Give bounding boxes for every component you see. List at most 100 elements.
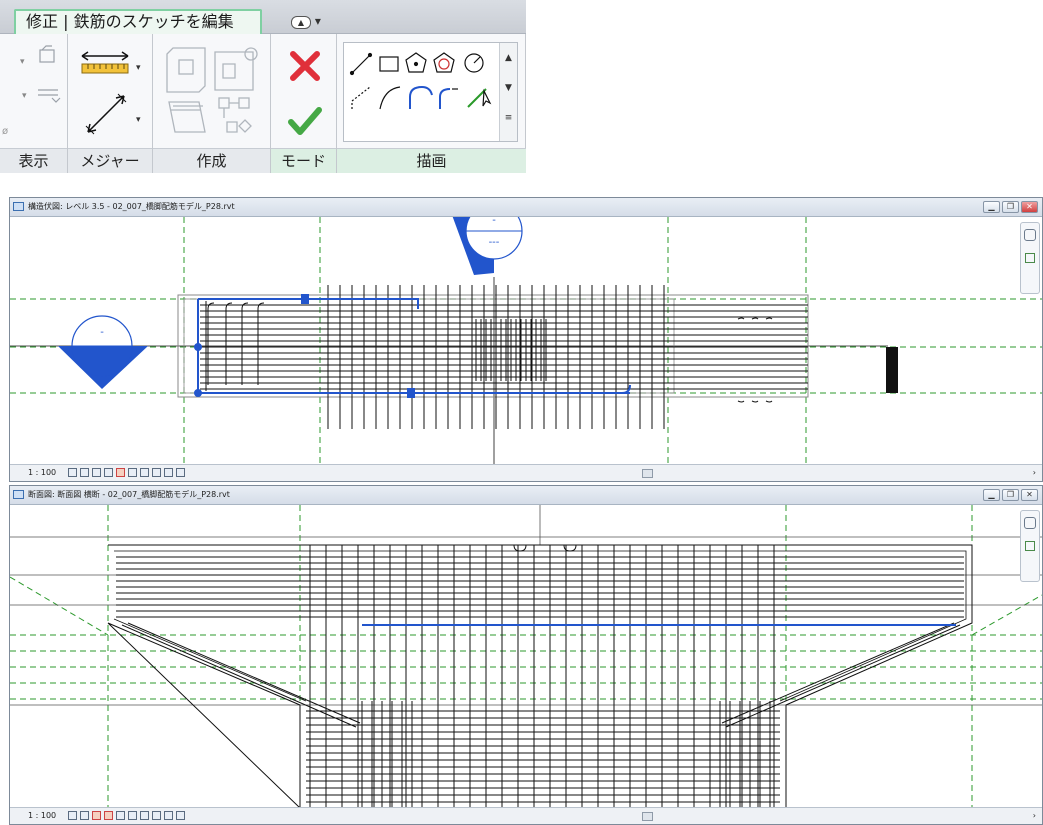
circle-icon[interactable] xyxy=(464,53,484,73)
close-icon[interactable]: ✕ xyxy=(1021,489,1038,501)
panel-create: 作成 xyxy=(153,34,271,173)
section-canvas[interactable] xyxy=(10,505,1042,808)
horizontal-scroll-thumb[interactable] xyxy=(642,469,653,478)
zoom-icon[interactable] xyxy=(1025,541,1035,551)
tangent-arc-icon[interactable] xyxy=(439,88,458,109)
navigation-bar[interactable] xyxy=(1020,510,1040,582)
plan-scale[interactable]: 1 : 100 xyxy=(28,468,56,477)
ribbon: 修正 | 鉄筋のスケッチを編集 ▲ ▾ ▾ ▾ ø 表示 ▾ ▾ メジャー 作成… xyxy=(0,0,526,173)
restore-icon[interactable]: ❐ xyxy=(1002,489,1019,501)
section-view-control-bar: 1 : 100 › xyxy=(10,807,1042,824)
ribbon-panels: ▾ ▾ ø 表示 ▾ ▾ メジャー 作成 モード ▲ ▼ ≡ 描画 xyxy=(0,34,526,173)
horizontal-scroll-thumb[interactable] xyxy=(642,812,653,821)
gallery-scroll[interactable]: ▲ ▼ ≡ xyxy=(499,43,517,141)
section-marker-top-sheet: --- xyxy=(489,237,500,248)
minimize-ribbon-icon: ▲ xyxy=(291,16,311,29)
show-crop-icon[interactable] xyxy=(128,811,137,820)
gallery-scroll-up-icon[interactable]: ▲ xyxy=(500,43,517,73)
steering-wheel-icon[interactable] xyxy=(1024,229,1036,241)
reveal-hidden-icon[interactable] xyxy=(152,811,161,820)
display-tools-icons[interactable]: ▾ ▾ ø xyxy=(0,42,66,137)
detail-level-icon[interactable] xyxy=(68,811,77,820)
top-hooks xyxy=(513,544,577,552)
shadows-icon[interactable] xyxy=(104,468,113,477)
gallery-scroll-down-icon[interactable]: ▼ xyxy=(500,73,517,103)
svg-text:▾: ▾ xyxy=(136,115,141,125)
detail-level-icon[interactable] xyxy=(68,468,77,477)
plan-view-control-bar: 1 : 100 › xyxy=(10,464,1042,481)
center-arc-icon[interactable] xyxy=(409,85,433,109)
highlight-displacement-icon[interactable] xyxy=(176,811,185,820)
temporary-hide-icon[interactable] xyxy=(140,468,149,477)
view-window-icon xyxy=(13,490,24,499)
reveal-hidden-icon[interactable] xyxy=(152,468,161,477)
plan-view-window[interactable]: 構造伏図: レベル 3.5 - 02_007_橋脚配筋モデル_P28.rvt ▁… xyxy=(9,197,1043,482)
section-head-marker-left[interactable]: - --- xyxy=(58,315,148,389)
measure-icon[interactable]: ▾ ▾ xyxy=(76,42,148,142)
panel-display: ▾ ▾ ø 表示 xyxy=(0,34,68,173)
app-root: 修正 | 鉄筋のスケッチを編集 ▲ ▾ ▾ ▾ ø 表示 ▾ ▾ メジャー 作成… xyxy=(0,0,1043,825)
finish-edit-icon[interactable] xyxy=(285,104,325,138)
svg-text:▾: ▾ xyxy=(20,57,25,67)
ribbon-minimize-toggle[interactable]: ▲ ▾ xyxy=(291,14,327,32)
highlight-displacement-icon[interactable] xyxy=(176,468,185,477)
restore-icon[interactable]: ❐ xyxy=(1002,201,1019,213)
plan-view-title: 構造伏図: レベル 3.5 - 02_007_橋脚配筋モデル_P28.rvt xyxy=(28,202,235,211)
sun-path-icon[interactable] xyxy=(92,811,101,820)
section-scale[interactable]: 1 : 100 xyxy=(28,811,56,820)
section-marker-left-sheet: --- xyxy=(97,353,108,364)
view-control-icons xyxy=(68,811,188,822)
section-vertical-rebars xyxy=(309,545,775,808)
plan-canvas[interactable]: - --- - --- xyxy=(10,217,1042,465)
section-view-window[interactable]: 断面図: 断面図 横断 - 02_007_橋脚配筋モデル_P28.rvt ▁ ❐ ✕ xyxy=(9,485,1043,825)
panel-mode-label: モード xyxy=(271,148,336,173)
visual-style-icon[interactable] xyxy=(80,468,89,477)
section-view-titlebar[interactable]: 断面図: 断面図 横断 - 02_007_橋脚配筋モデル_P28.rvt ▁ ❐ ✕ xyxy=(10,486,1042,505)
sun-path-icon[interactable] xyxy=(92,468,101,477)
panel-mode: モード xyxy=(271,34,337,173)
close-icon[interactable]: ✕ xyxy=(1021,201,1038,213)
show-crop-icon[interactable] xyxy=(128,468,137,477)
shadows-icon[interactable] xyxy=(104,811,113,820)
polygon-circumscribed-icon[interactable] xyxy=(433,52,455,73)
crop-view-icon[interactable] xyxy=(116,811,125,820)
minimize-icon[interactable]: ▁ xyxy=(983,201,1000,213)
temporary-hide-icon[interactable] xyxy=(140,811,149,820)
section-marker-top-number: - xyxy=(492,217,496,226)
polygon-icon[interactable] xyxy=(405,52,427,73)
minimize-icon[interactable]: ▁ xyxy=(983,489,1000,501)
section-window-controls: ▁ ❐ ✕ xyxy=(981,489,1038,502)
section-head-marker-top[interactable]: - --- xyxy=(452,217,523,275)
panel-measure: ▾ ▾ メジャー xyxy=(68,34,153,173)
panel-draw: ▲ ▼ ≡ 描画 xyxy=(337,34,526,173)
line-icon[interactable] xyxy=(349,52,373,76)
scroll-right-icon[interactable]: › xyxy=(1033,465,1036,481)
tab-modify-rebar-sketch[interactable]: 修正 | 鉄筋のスケッチを編集 xyxy=(14,9,262,35)
create-similar-icon[interactable] xyxy=(159,42,267,142)
steering-wheel-icon[interactable] xyxy=(1024,517,1036,529)
column-marker xyxy=(886,347,898,393)
navigation-bar[interactable] xyxy=(1020,222,1040,294)
svg-text:▾: ▾ xyxy=(136,63,141,73)
gallery-expand-icon[interactable]: ≡ xyxy=(500,103,517,133)
analytical-model-icon[interactable] xyxy=(164,468,173,477)
rectangle-icon[interactable] xyxy=(379,56,399,72)
panel-measure-label: メジャー xyxy=(68,148,152,173)
panel-display-label: 表示 xyxy=(0,148,67,173)
cancel-edit-icon[interactable] xyxy=(287,48,323,84)
panel-create-label: 作成 xyxy=(153,148,270,173)
plan-view-titlebar[interactable]: 構造伏図: レベル 3.5 - 02_007_橋脚配筋モデル_P28.rvt ▁… xyxy=(10,198,1042,217)
crop-view-icon[interactable] xyxy=(116,468,125,477)
analytical-model-icon[interactable] xyxy=(164,811,173,820)
section-marker-left-number: - xyxy=(100,327,104,338)
zoom-icon[interactable] xyxy=(1025,253,1035,263)
arc-icon[interactable] xyxy=(351,86,401,110)
plan-window-controls: ▁ ❐ ✕ xyxy=(981,201,1038,214)
visual-style-icon[interactable] xyxy=(80,811,89,820)
horizontal-rebars xyxy=(200,304,808,390)
vertical-rebars xyxy=(327,285,665,429)
pick-lines-icon[interactable] xyxy=(467,88,492,108)
panel-draw-label: 描画 xyxy=(337,148,526,173)
ribbon-tab-bar: 修正 | 鉄筋のスケッチを編集 ▲ ▾ xyxy=(0,0,526,35)
scroll-right-icon[interactable]: › xyxy=(1033,808,1036,824)
